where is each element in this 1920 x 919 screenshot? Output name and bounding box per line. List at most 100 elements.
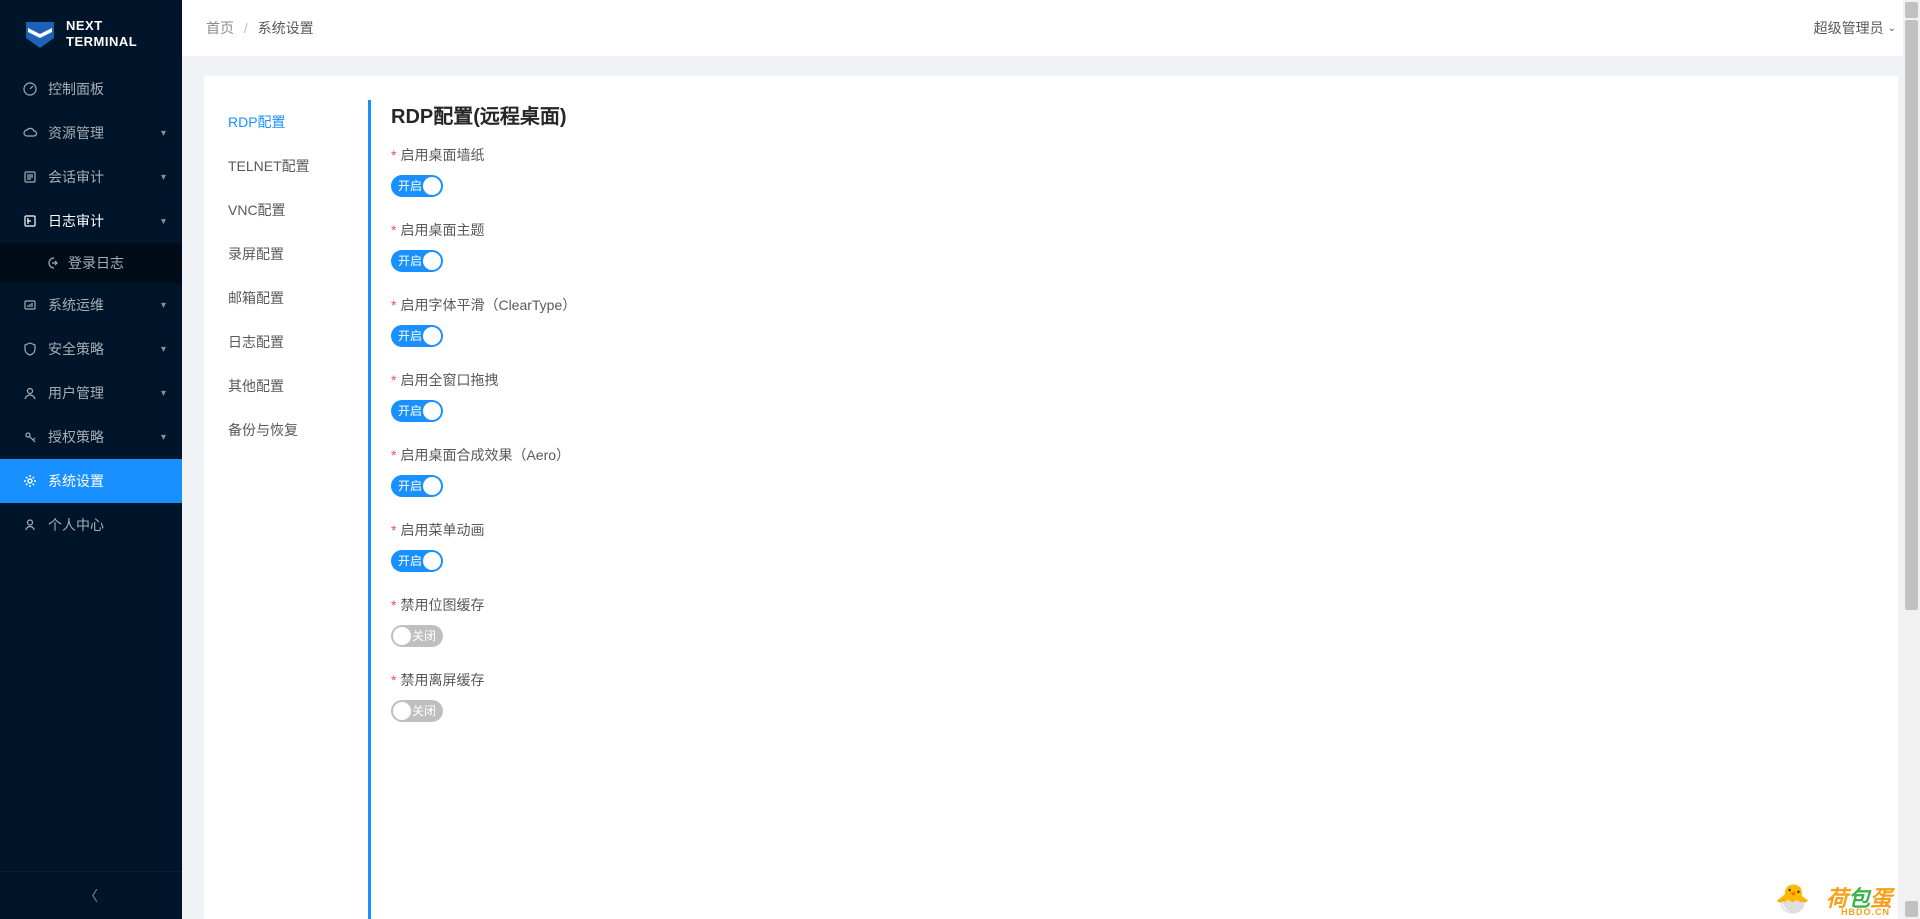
sidebar-item-label: 控制面板 <box>48 79 166 99</box>
switch-offscreen-cache[interactable]: 关闭 <box>391 700 443 722</box>
switch-theme[interactable]: 开启 <box>391 250 443 272</box>
sidebar-item-label: 资源管理 <box>48 123 161 143</box>
sidebar-item-settings[interactable]: 系统设置 <box>0 459 182 503</box>
switch-wallpaper[interactable]: 开启 <box>391 175 443 197</box>
sidebar-item-label: 日志审计 <box>48 211 161 231</box>
sidebar-item-log-audit[interactable]: 日志审计 ▴ <box>0 199 182 243</box>
chevron-down-icon: ▾ <box>161 128 166 139</box>
switch-full-drag[interactable]: 开启 <box>391 400 443 422</box>
key-icon <box>22 430 38 444</box>
chevron-down-icon: ▾ <box>161 432 166 443</box>
form-item-offscreen-cache: *禁用离屏缓存 关闭 <box>391 670 1874 725</box>
sidebar-item-label: 个人中心 <box>48 515 166 535</box>
main-area: 首页 / 系统设置 超级管理员 ⌄ RDP配置 TELNET配置 VNC配置 录… <box>182 0 1920 919</box>
sidebar-item-resources[interactable]: 资源管理 ▾ <box>0 111 182 155</box>
tab-log[interactable]: 日志配置 <box>228 320 348 364</box>
sidebar-item-label: 授权策略 <box>48 427 161 447</box>
scrollbar-down-button[interactable] <box>1905 901 1918 917</box>
gear-icon <box>22 474 38 488</box>
user-name: 超级管理员 <box>1814 18 1884 38</box>
form-title: RDP配置(远程桌面) <box>391 100 1874 129</box>
watermark-url: HBDO.CN <box>1841 907 1890 917</box>
form-item-wallpaper: *启用桌面墙纸 开启 <box>391 145 1874 200</box>
form-label: *禁用位图缓存 <box>391 595 1874 615</box>
chevron-down-icon: ▾ <box>161 344 166 355</box>
sidebar-item-users[interactable]: 用户管理 ▾ <box>0 371 182 415</box>
form-item-aero: *启用桌面合成效果（Aero） 开启 <box>391 445 1874 500</box>
sidebar-item-label: 用户管理 <box>48 383 161 403</box>
sidebar-collapse-button[interactable]: 〈 <box>0 871 182 919</box>
chevron-up-icon: ▴ <box>161 216 166 227</box>
tab-recording[interactable]: 录屏配置 <box>228 232 348 276</box>
breadcrumb-home[interactable]: 首页 <box>206 20 234 36</box>
logo-shield-icon <box>24 20 56 48</box>
topbar: 首页 / 系统设置 超级管理员 ⌄ <box>182 0 1920 56</box>
form-label: *启用桌面墙纸 <box>391 145 1874 165</box>
settings-form: RDP配置(远程桌面) *启用桌面墙纸 开启 *启用桌面主题 开启 *启用字体平… <box>368 100 1874 919</box>
chevron-down-icon: ▾ <box>161 388 166 399</box>
sidebar-item-label: 安全策略 <box>48 339 161 359</box>
user-dropdown[interactable]: 超级管理员 ⌄ <box>1814 18 1896 38</box>
profile-icon <box>22 518 38 532</box>
scrollbar-thumb[interactable] <box>1905 20 1918 610</box>
switch-menu-anim[interactable]: 开启 <box>391 550 443 572</box>
chevron-down-icon: ▾ <box>161 172 166 183</box>
form-label: *启用菜单动画 <box>391 520 1874 540</box>
log-icon <box>22 214 38 228</box>
form-item-font-smoothing: *启用字体平滑（ClearType） 开启 <box>391 295 1874 350</box>
sidebar-item-label: 会话审计 <box>48 167 161 187</box>
form-label: *启用桌面主题 <box>391 220 1874 240</box>
sidebar-subitem-label: 登录日志 <box>68 253 124 273</box>
form-label: *启用字体平滑（ClearType） <box>391 295 1874 315</box>
sidebar-item-label: 系统运维 <box>48 295 161 315</box>
sidebar-item-session-audit[interactable]: 会话审计 ▾ <box>0 155 182 199</box>
form-label: *启用桌面合成效果（Aero） <box>391 445 1874 465</box>
tab-telnet[interactable]: TELNET配置 <box>228 144 348 188</box>
shield-icon <box>22 342 38 356</box>
browser-scrollbar[interactable] <box>1903 0 1920 919</box>
breadcrumb: 首页 / 系统设置 <box>206 18 1814 38</box>
scrollbar-track[interactable] <box>1905 20 1918 899</box>
form-item-menu-anim: *启用菜单动画 开启 <box>391 520 1874 575</box>
form-label: *禁用离屏缓存 <box>391 670 1874 690</box>
sidebar-item-dashboard[interactable]: 控制面板 <box>0 67 182 111</box>
form-item-full-drag: *启用全窗口拖拽 开启 <box>391 370 1874 425</box>
cloud-icon <box>22 126 38 140</box>
user-icon <box>22 386 38 400</box>
chevron-left-icon: 〈 <box>84 886 98 906</box>
tab-mail[interactable]: 邮箱配置 <box>228 276 348 320</box>
switch-font-smoothing[interactable]: 开启 <box>391 325 443 347</box>
sidebar-item-security[interactable]: 安全策略 ▾ <box>0 327 182 371</box>
dashboard-icon <box>22 82 38 96</box>
audit-icon <box>22 170 38 184</box>
app-name: NEXT TERMINAL <box>66 18 137 49</box>
ops-icon <box>22 298 38 312</box>
settings-card: RDP配置 TELNET配置 VNC配置 录屏配置 邮箱配置 日志配置 其他配置… <box>204 76 1898 919</box>
sidebar-menu: 控制面板 资源管理 ▾ 会话审计 ▾ 日志审计 ▴ 登录日志 系统运维 ▾ <box>0 67 182 871</box>
switch-bitmap-cache[interactable]: 关闭 <box>391 625 443 647</box>
sidebar-item-ops[interactable]: 系统运维 ▾ <box>0 283 182 327</box>
settings-tabs: RDP配置 TELNET配置 VNC配置 录屏配置 邮箱配置 日志配置 其他配置… <box>228 100 348 919</box>
sidebar-item-profile[interactable]: 个人中心 <box>0 503 182 547</box>
scrollbar-up-button[interactable] <box>1905 2 1918 18</box>
tab-backup[interactable]: 备份与恢复 <box>228 408 348 452</box>
tab-vnc[interactable]: VNC配置 <box>228 188 348 232</box>
tab-other[interactable]: 其他配置 <box>228 364 348 408</box>
form-item-bitmap-cache: *禁用位图缓存 关闭 <box>391 595 1874 650</box>
watermark-emoji-icon: 🐣 <box>1775 882 1810 915</box>
chevron-down-icon: ⌄ <box>1888 23 1896 34</box>
sidebar-item-auth-policy[interactable]: 授权策略 ▾ <box>0 415 182 459</box>
chevron-down-icon: ▾ <box>161 300 166 311</box>
breadcrumb-separator: / <box>244 20 248 36</box>
breadcrumb-current: 系统设置 <box>258 20 314 36</box>
sidebar-subitem-login-log[interactable]: 登录日志 <box>0 243 182 283</box>
switch-aero[interactable]: 开启 <box>391 475 443 497</box>
login-log-icon <box>48 257 60 269</box>
sidebar-item-label: 系统设置 <box>48 471 166 491</box>
form-label: *启用全窗口拖拽 <box>391 370 1874 390</box>
sidebar: NEXT TERMINAL 控制面板 资源管理 ▾ 会话审计 ▾ 日志审计 ▴ … <box>0 0 182 919</box>
tab-rdp[interactable]: RDP配置 <box>228 100 348 144</box>
app-logo: NEXT TERMINAL <box>0 0 182 67</box>
form-item-theme: *启用桌面主题 开启 <box>391 220 1874 275</box>
content: RDP配置 TELNET配置 VNC配置 录屏配置 邮箱配置 日志配置 其他配置… <box>182 56 1920 919</box>
